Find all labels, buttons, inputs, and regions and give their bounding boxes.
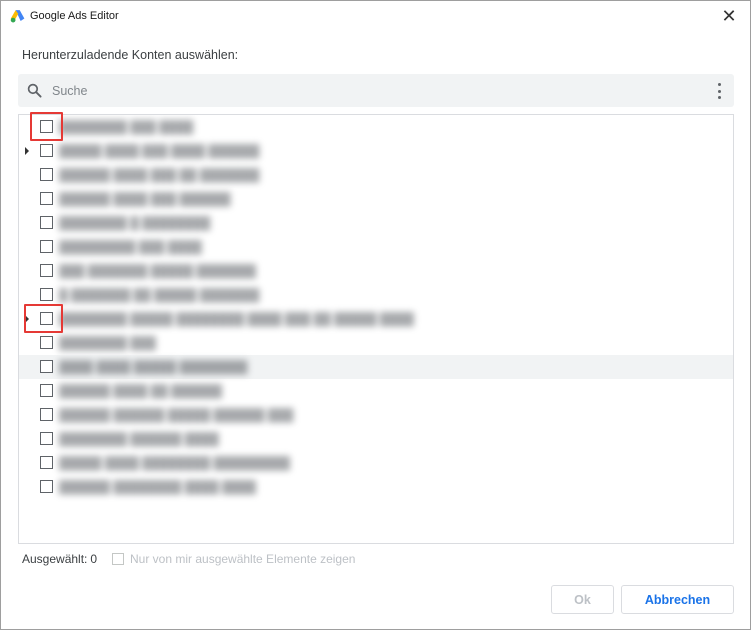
google-ads-logo-icon (10, 10, 25, 23)
dialog-prompt: Herunterzuladende Konten auswählen: (22, 48, 239, 62)
account-checkbox[interactable] (40, 192, 53, 205)
account-row[interactable]: ████████ █████ ████████ ████ ███ ██ ████… (19, 307, 733, 331)
account-checkbox[interactable] (40, 312, 53, 325)
account-name: ████████ █████ ████████ ████ ███ ██ ████… (59, 312, 414, 326)
cancel-button[interactable]: Abbrechen (621, 585, 734, 614)
account-name: ██████ ████████ ████ ████ (59, 480, 257, 494)
show-selected-only-label: Nur von mir ausgewählte Elemente zeigen (130, 552, 356, 566)
account-checkbox[interactable] (40, 384, 53, 397)
account-row[interactable]: ████████ ███ ████ (19, 115, 733, 139)
selected-count-label: Ausgewählt: (22, 552, 88, 566)
account-list: ████████ ███ ████ █████ ████ ███ ████ ███… (18, 114, 734, 544)
account-checkbox[interactable] (40, 336, 53, 349)
account-row[interactable]: ████████ ███ (19, 331, 733, 355)
account-name: █ ███████ ██ █████ ███████ (59, 288, 260, 302)
account-name: ████████ █ ████████ (59, 216, 211, 230)
selected-count: Ausgewählt: 0 (22, 552, 97, 566)
expand-arrow-icon[interactable] (25, 315, 29, 323)
account-row[interactable]: █ ███████ ██ █████ ███████ (19, 283, 733, 307)
account-name: ██████ ██████ █████ ██████ ███ (59, 408, 294, 422)
account-name: █████ ████ ███ ████ ██████ (59, 144, 260, 158)
account-name: █████ ████ ████████ █████████ (59, 456, 291, 470)
account-checkbox[interactable] (40, 240, 53, 253)
account-row[interactable]: ██████ ██████ █████ ██████ ███ (19, 403, 733, 427)
account-name: ████████ ██████ ████ (59, 432, 219, 446)
search-input[interactable] (52, 80, 692, 101)
account-name: ███ ███████ █████ ███████ (59, 264, 257, 278)
dialog-window: Google Ads Editor ✕ Herunterzuladende Ko… (0, 0, 751, 630)
account-row[interactable]: ██████ ████ ███ ██ ███████ (19, 163, 733, 187)
ok-button[interactable]: Ok (551, 585, 614, 614)
account-checkbox[interactable] (40, 456, 53, 469)
account-name: ████████ ███ (59, 336, 156, 350)
account-row[interactable]: ███ ███████ █████ ███████ (19, 259, 733, 283)
account-row[interactable]: ██████ ████████ ████ ████ (19, 475, 733, 499)
account-checkbox[interactable] (40, 144, 53, 157)
account-checkbox[interactable] (40, 408, 53, 421)
account-checkbox[interactable] (40, 432, 53, 445)
window-title: Google Ads Editor (30, 10, 119, 22)
account-row[interactable]: █████ ████ ███ ████ ██████ (19, 139, 733, 163)
account-checkbox[interactable] (40, 360, 53, 373)
account-checkbox[interactable] (40, 480, 53, 493)
more-vert-icon[interactable] (716, 83, 722, 99)
search-icon (27, 83, 42, 98)
selected-count-value: 0 (90, 552, 98, 566)
account-row[interactable]: █████████ ███ ████ (19, 235, 733, 259)
show-selected-only-checkbox[interactable] (112, 553, 124, 565)
close-icon: ✕ (721, 6, 737, 26)
close-button[interactable]: ✕ (714, 3, 744, 29)
account-row[interactable]: ████ ████ █████ ████████ (19, 355, 733, 379)
expand-arrow-icon[interactable] (25, 147, 29, 155)
account-checkbox[interactable] (40, 216, 53, 229)
account-name: ██████ ████ ███ ██████ (59, 192, 231, 206)
account-row[interactable]: ████████ █ ████████ (19, 211, 733, 235)
account-row[interactable]: ████████ ██████ ████ (19, 427, 733, 451)
search-bar (18, 74, 734, 107)
account-row[interactable]: ██████ ████ ██ ██████ (19, 379, 733, 403)
account-name: ██████ ████ ██ ██████ (59, 384, 223, 398)
account-name: ████████ ███ ████ (59, 120, 194, 134)
account-row[interactable]: █████ ████ ████████ █████████ (19, 451, 733, 475)
title-bar: Google Ads Editor ✕ (1, 1, 750, 31)
account-checkbox[interactable] (40, 168, 53, 181)
account-name: ██████ ████ ███ ██ ███████ (59, 168, 260, 182)
account-name: ████ ████ █████ ████████ (59, 360, 248, 374)
account-name: █████████ ███ ████ (59, 240, 202, 254)
account-checkbox[interactable] (40, 264, 53, 277)
account-row[interactable]: ██████ ████ ███ ██████ (19, 187, 733, 211)
account-checkbox[interactable] (40, 120, 53, 133)
account-checkbox[interactable] (40, 288, 53, 301)
